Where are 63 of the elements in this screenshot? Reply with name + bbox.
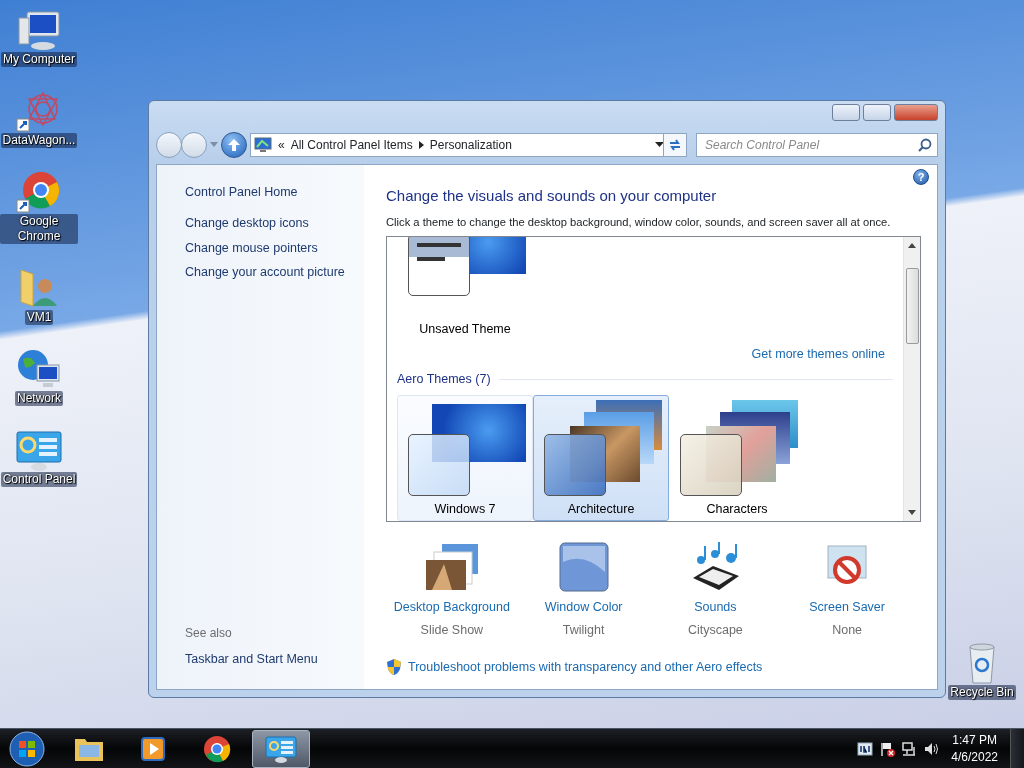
page-heading: Change the visuals and sounds on your computer — [386, 186, 718, 206]
setting-link[interactable]: Window Color — [544, 598, 623, 618]
scrollbar-thumb[interactable] — [905, 268, 919, 345]
theme-tile[interactable]: Windows 7 — [397, 394, 533, 521]
page-description: Click a theme to change the desktop background, window color, sounds, and screen saver all at once. — [386, 214, 892, 230]
flag-error-icon[interactable] — [879, 740, 896, 757]
control-panel-icon — [265, 734, 297, 763]
desktop-icon-label[interactable]: DataWagon... — [0, 133, 78, 148]
chrome-icon — [203, 734, 231, 763]
see-also-heading: See also — [185, 625, 233, 643]
get-more-themes-link[interactable]: Get more themes online — [751, 345, 885, 365]
desktop-icon-label[interactable]: VM1 — [24, 310, 54, 325]
sidebar-link[interactable]: Taskbar and Start Menu — [185, 650, 364, 669]
desktop-icon-label[interactable]: My Computer — [1, 52, 77, 67]
computer-icon — [15, 8, 63, 52]
scrollbar[interactable] — [903, 237, 920, 522]
setting-link[interactable]: Screen Saver — [809, 598, 885, 618]
sidebar-link[interactable]: Change desktop icons — [185, 213, 364, 233]
play-icon — [139, 734, 167, 763]
setting-value: Slide Show — [420, 622, 484, 640]
clock-time[interactable]: 1:47 PM — [951, 731, 998, 749]
up-arrow-icon — [227, 138, 241, 152]
setting-value: None — [832, 622, 863, 640]
setting-link[interactable]: Desktop Background — [393, 598, 510, 618]
troubleshoot-link[interactable]: Troubleshoot problems with transparency and other Aero effects — [408, 657, 763, 677]
clock-date[interactable]: 4/6/2022 — [951, 748, 998, 766]
setting-value: Twilight — [562, 622, 605, 640]
windows-orb-icon — [9, 730, 45, 767]
scroll-up-icon[interactable] — [908, 243, 916, 249]
shield-icon — [386, 658, 402, 677]
dropdown-caret-icon[interactable] — [655, 142, 664, 148]
refresh-arrows-icon — [668, 138, 682, 152]
setting-link[interactable]: Sounds — [694, 598, 737, 618]
chevron-right-icon[interactable] — [418, 141, 424, 149]
search-icon[interactable] — [918, 138, 932, 152]
scroll-down-icon[interactable] — [908, 510, 916, 516]
color-swatch-icon — [558, 542, 609, 593]
theme-tile[interactable]: Characters — [669, 394, 805, 521]
sidebar-link[interactable]: Control Panel Home — [185, 183, 364, 202]
breadcrumb-overflow[interactable]: « — [278, 136, 285, 154]
up-button[interactable] — [221, 132, 247, 158]
control-panel-icon — [254, 137, 272, 153]
taskbar-button[interactable] — [252, 729, 310, 768]
desktop-icon-label[interactable]: Network — [15, 391, 63, 406]
sidebar-link[interactable]: Change your account picture — [185, 263, 364, 282]
breadcrumb-item[interactable]: Personalization — [429, 136, 512, 154]
theme-tile[interactable]: Unsaved Theme — [397, 237, 533, 342]
desktop-icon-label[interactable]: Google Chrome — [0, 214, 78, 244]
group-heading: Aero Themes (7) — [397, 371, 491, 389]
search-field[interactable]: Search Control Panel — [696, 133, 938, 157]
setting-value: Cityscape — [687, 622, 743, 640]
maximize-button[interactable] — [863, 104, 891, 121]
control-panel-icon — [15, 428, 63, 472]
network-icon[interactable] — [901, 740, 918, 757]
sidebar-link[interactable]: Change mouse pointers — [185, 238, 364, 258]
desktop-icon-label[interactable]: Control Panel — [0, 472, 78, 487]
keyboard-layout-icon[interactable] — [857, 740, 874, 757]
theme-tile[interactable]: Architecture — [533, 394, 669, 521]
refresh-button[interactable] — [663, 133, 687, 157]
minimize-button[interactable] — [832, 104, 860, 121]
desktop-icon-label[interactable]: Recycle Bin — [948, 685, 1016, 700]
breadcrumb-item[interactable]: All Control Panel Items — [290, 136, 413, 154]
address-bar[interactable]: « All Control Panel Items Personalization — [250, 133, 665, 157]
